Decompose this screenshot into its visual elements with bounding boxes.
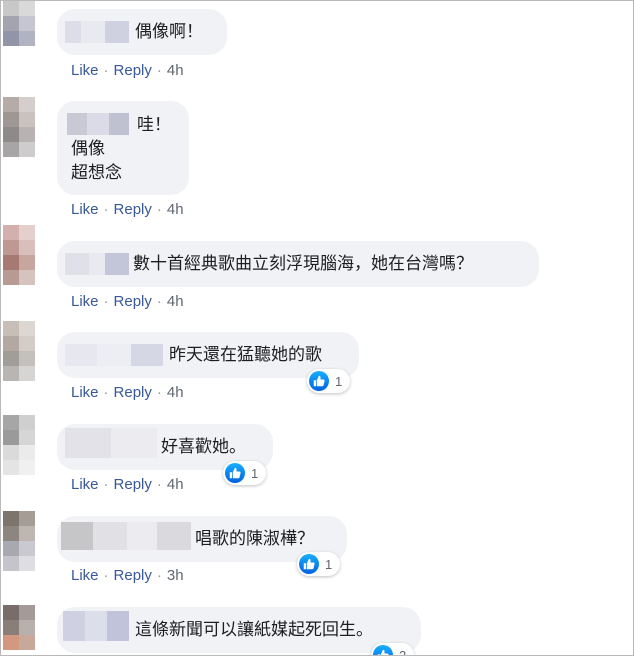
avatar[interactable] — [3, 97, 35, 157]
avatar[interactable] — [3, 605, 35, 655]
like-link[interactable]: Like — [71, 384, 99, 401]
like-link[interactable]: Like — [71, 567, 99, 584]
avatar[interactable] — [3, 225, 35, 285]
like-link[interactable]: Like — [71, 201, 99, 218]
thumbs-up-icon — [373, 645, 393, 655]
reaction-count-badge[interactable]: 1 — [307, 369, 351, 393]
blurred-author-name[interactable] — [63, 611, 129, 641]
comment-bubble: 哇！ 偶像 超想念 — [57, 101, 189, 195]
reaction-count-badge[interactable]: 1 — [297, 552, 341, 576]
comment-actions: Like · Reply · 4h — [71, 293, 184, 310]
comment-text-line: 偶像 — [71, 139, 105, 159]
reaction-count: 2 — [399, 647, 407, 656]
timestamp[interactable]: 4h — [167, 293, 184, 310]
comment-bubble: 偶像啊！ — [57, 9, 227, 55]
timestamp[interactable]: 4h — [167, 201, 184, 218]
comment-thread: 偶像啊！ Like · Reply · 4h 哇！ 偶像 超想念 Like · Reply ·… — [0, 0, 634, 656]
comment-text: 好喜歡她。 — [161, 437, 246, 457]
comment-actions: Like · Reply · 4h — [71, 476, 184, 493]
timestamp[interactable]: 3h — [167, 567, 184, 584]
like-link[interactable]: Like — [71, 476, 99, 493]
comment-actions: Like · Reply · 3h — [71, 567, 184, 584]
timestamp[interactable]: 4h — [167, 62, 184, 79]
comment-text: 這條新聞可以讓紙媒起死回生。 — [135, 620, 373, 640]
blurred-author-name[interactable] — [65, 21, 129, 43]
blurred-author-name[interactable] — [61, 522, 191, 550]
reply-link[interactable]: Reply — [114, 293, 152, 310]
thumbs-up-icon — [299, 554, 319, 574]
comment-text: 唱歌的陳淑樺？ — [195, 529, 314, 549]
like-link[interactable]: Like — [71, 62, 99, 79]
comment-actions: Like · Reply · 4h — [71, 384, 184, 401]
reply-link[interactable]: Reply — [114, 476, 152, 493]
avatar[interactable] — [3, 321, 35, 381]
reaction-count: 1 — [325, 556, 333, 572]
timestamp[interactable]: 4h — [167, 384, 184, 401]
comment-bubble: 數十首經典歌曲立刻浮現腦海，她在台灣嗎？ — [57, 241, 539, 287]
blurred-author-name[interactable] — [65, 344, 163, 366]
blurred-author-name[interactable] — [67, 113, 129, 135]
reaction-count: 1 — [335, 373, 343, 389]
comment-text-line: 超想念 — [71, 163, 122, 183]
reply-link[interactable]: Reply — [114, 62, 152, 79]
like-link[interactable]: Like — [71, 293, 99, 310]
reply-link[interactable]: Reply — [114, 567, 152, 584]
thumbs-up-icon — [225, 463, 245, 483]
reaction-count: 1 — [251, 465, 259, 481]
reply-link[interactable]: Reply — [114, 201, 152, 218]
blurred-author-name[interactable] — [65, 428, 157, 458]
avatar[interactable] — [3, 415, 35, 475]
avatar[interactable] — [3, 511, 35, 571]
timestamp[interactable]: 4h — [167, 476, 184, 493]
comment-actions: Like · Reply · 4h — [71, 62, 184, 79]
reply-link[interactable]: Reply — [114, 384, 152, 401]
comment-text: 昨天還在猛聽她的歌 — [169, 345, 322, 365]
comment-actions: Like · Reply · 4h — [71, 201, 184, 218]
comment-text: 哇！ — [137, 115, 171, 135]
avatar[interactable] — [3, 1, 35, 59]
comment-bubble: 這條新聞可以讓紙媒起死回生。 — [57, 607, 421, 653]
blurred-author-name[interactable] — [65, 253, 129, 275]
comment-text: 數十首經典歌曲立刻浮現腦海，她在台灣嗎？ — [133, 254, 473, 274]
thumbs-up-icon — [309, 371, 329, 391]
reaction-count-badge[interactable]: 1 — [223, 461, 267, 485]
comment-text: 偶像啊！ — [135, 22, 203, 42]
reaction-count-badge[interactable]: 2 — [371, 643, 415, 656]
